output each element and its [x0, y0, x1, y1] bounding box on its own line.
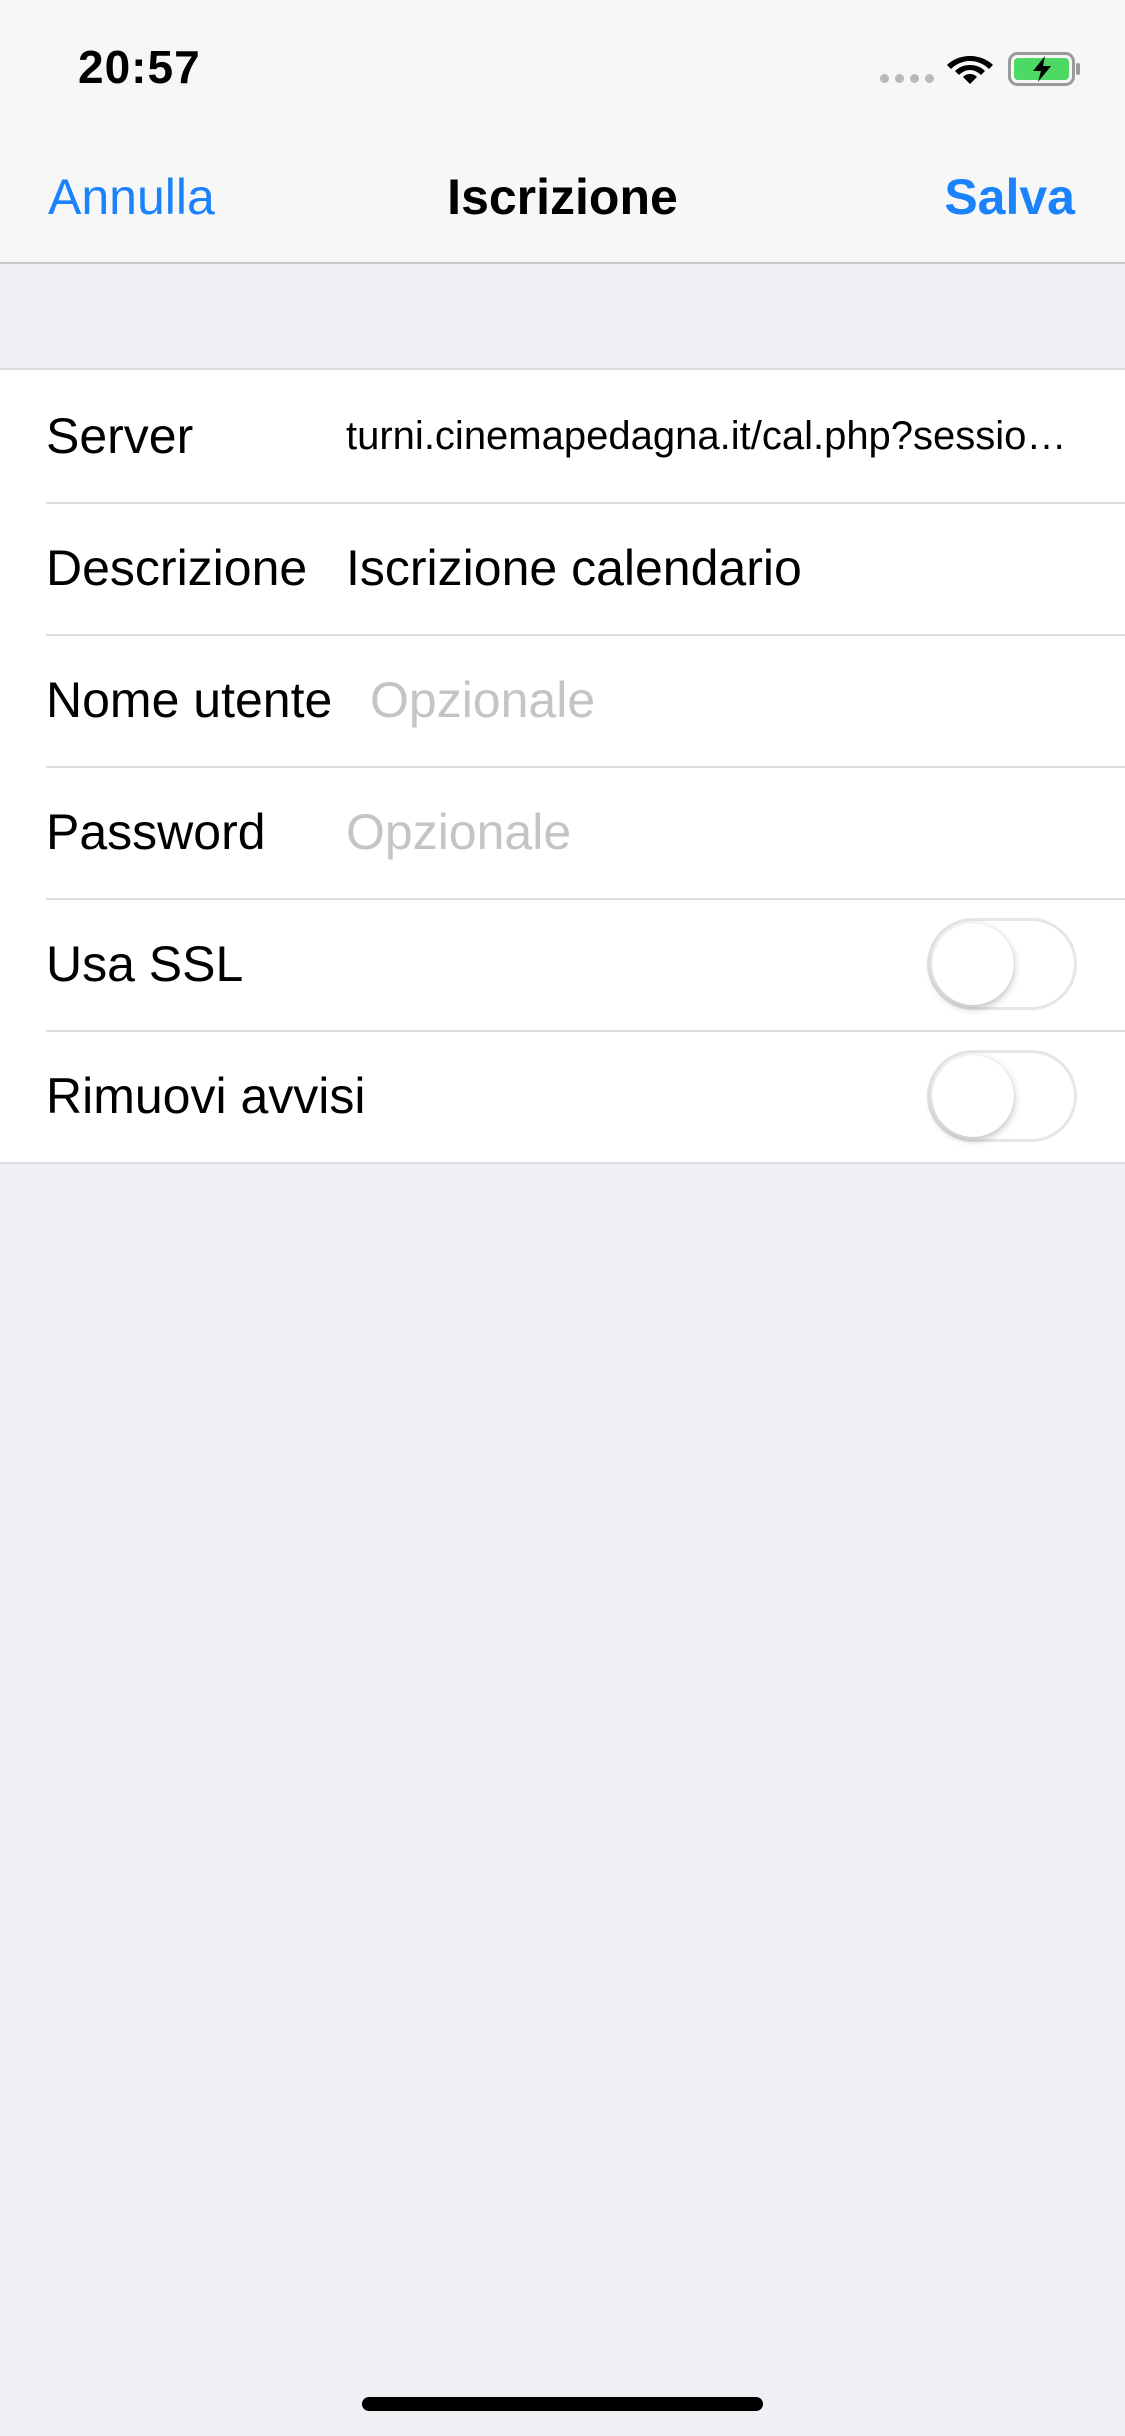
password-input[interactable]: [346, 766, 1085, 898]
description-field[interactable]: Iscrizione calendario: [346, 502, 1085, 634]
remove-alerts-label: Rimuovi avvisi: [46, 1068, 366, 1124]
server-field[interactable]: turni.cinemapedagna.it/cal.php?session=s…: [346, 370, 1085, 502]
password-label: Password: [46, 804, 266, 860]
battery-charging-icon: [1008, 52, 1080, 86]
status-time: 20:57: [78, 41, 201, 93]
server-row: Server turni.cinemapedagna.it/cal.php?se…: [0, 370, 1125, 502]
navigation-bar: Annulla Iscrizione Salva: [0, 132, 1125, 264]
username-label: Nome utente: [46, 672, 333, 728]
remove-alerts-toggle[interactable]: [927, 1050, 1077, 1142]
username-input[interactable]: [370, 634, 1085, 766]
ssl-row: Usa SSL: [0, 898, 1125, 1030]
subscription-form: Server turni.cinemapedagna.it/cal.php?se…: [0, 368, 1125, 1164]
password-row: Password: [0, 766, 1125, 898]
description-row: Descrizione Iscrizione calendario: [0, 502, 1125, 634]
description-label: Descrizione: [46, 540, 308, 596]
home-indicator[interactable]: [362, 2397, 763, 2411]
remove-alerts-toggle-knob: [932, 1055, 1014, 1137]
remove-alerts-row: Rimuovi avvisi: [0, 1030, 1125, 1162]
save-button[interactable]: Salva: [944, 168, 1075, 226]
signal-dots-icon: [880, 74, 934, 83]
server-label: Server: [46, 408, 194, 464]
status-bar: 20:57: [0, 0, 1125, 132]
ssl-label: Usa SSL: [46, 936, 244, 992]
username-row: Nome utente: [0, 634, 1125, 766]
ssl-toggle-knob: [932, 923, 1014, 1005]
ssl-toggle[interactable]: [927, 918, 1077, 1010]
wifi-icon: [947, 56, 993, 84]
